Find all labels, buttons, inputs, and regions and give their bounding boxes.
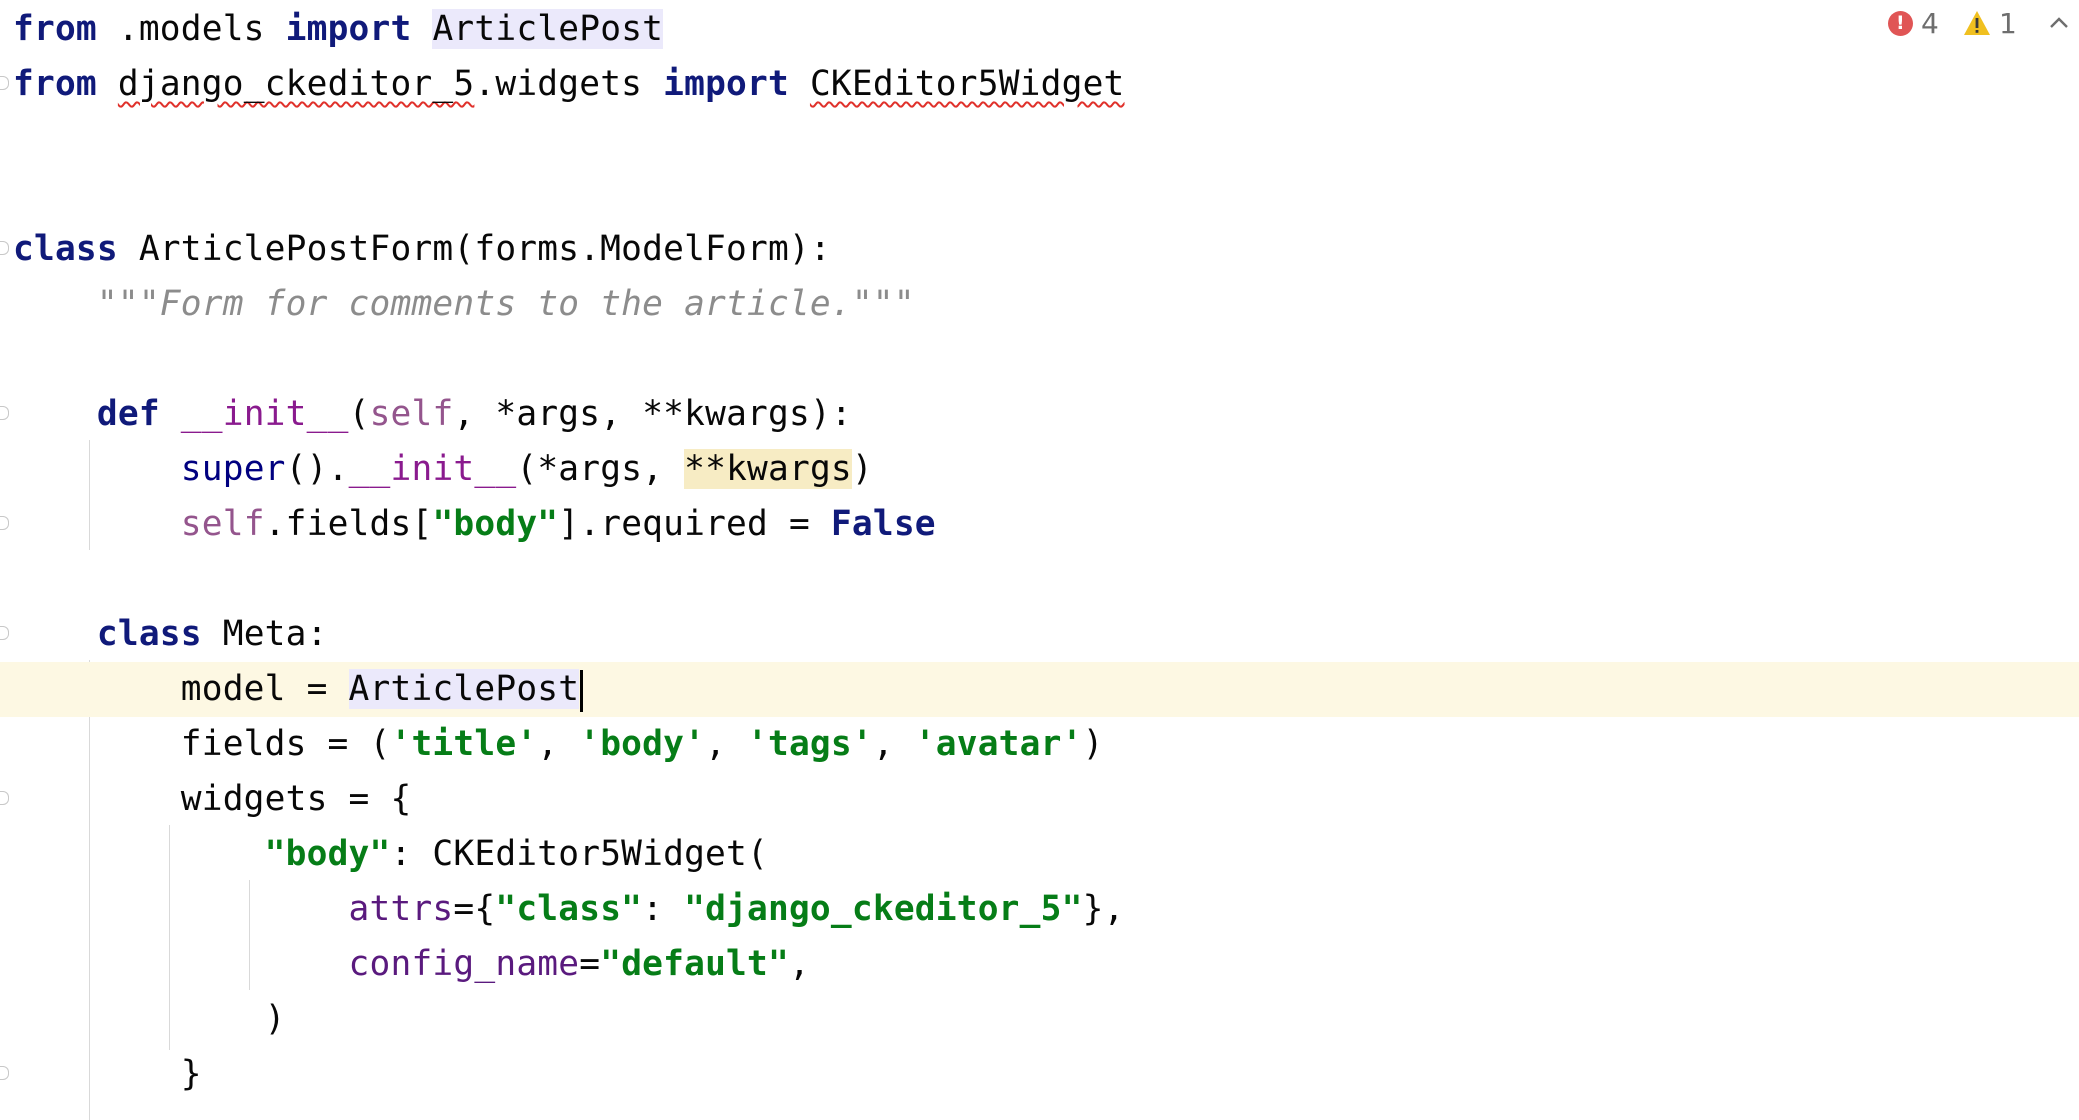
code-line[interactable]: def __init__(self, *args, **kwargs): <box>0 387 2079 442</box>
punctuation: , <box>705 724 748 764</box>
punctuation: , <box>788 944 810 984</box>
warning-triangle-icon <box>1963 11 1990 35</box>
code-line[interactable]: from .models import ArticlePost <box>0 2 2079 57</box>
keyword: from <box>13 9 97 49</box>
keyword: class <box>13 229 118 269</box>
builtin: super <box>180 449 286 489</box>
method-name: __init__ <box>348 449 517 489</box>
method-name: __init__ <box>180 394 349 434</box>
module-path: .widgets <box>474 64 664 104</box>
string-literal: "body" <box>264 834 391 874</box>
class-name: Meta: <box>201 614 328 654</box>
code-editor[interactable]: from .models import ArticlePost from dja… <box>0 0 2079 1120</box>
class-declaration: ArticlePostForm(forms.ModelForm): <box>117 229 831 269</box>
usage-highlight: ArticlePost <box>432 9 664 49</box>
punctuation: , <box>537 724 580 764</box>
string-literal: "django_ckeditor_5" <box>684 889 1083 929</box>
string-literal: 'body' <box>579 724 706 764</box>
args: (*args, <box>516 449 685 489</box>
assignment: ].required = <box>558 504 831 544</box>
string-literal: 'title' <box>390 724 538 764</box>
code-line[interactable]: class Meta: <box>0 607 2079 662</box>
self-param: self <box>369 394 454 434</box>
assignment: fields = ( <box>13 724 391 764</box>
code-line[interactable]: "body": CKEditor5Widget( <box>0 827 2079 882</box>
code-line[interactable]: attrs={"class": "django_ckeditor_5"}, <box>0 882 2079 937</box>
punctuation: , <box>872 724 915 764</box>
code-line[interactable]: ) <box>0 992 2079 1047</box>
attribute: .fields[ <box>264 504 433 544</box>
code-line[interactable]: fields = ('title', 'body', 'tags', 'avat… <box>0 717 2079 772</box>
kwargs-highlight: **kwargs <box>684 449 852 489</box>
punctuation: } <box>13 1054 202 1094</box>
errors-indicator[interactable]: ! 4 <box>1887 6 1939 40</box>
keyword: False <box>830 504 936 544</box>
assignment: model = <box>13 669 349 709</box>
code-line[interactable]: """Form for comments to the article.""" <box>0 277 2079 332</box>
unresolved-reference[interactable]: django_ckeditor_5 <box>118 64 475 104</box>
unresolved-reference[interactable]: CKEditor5Widget <box>810 64 1125 104</box>
punctuation: ) <box>13 999 286 1039</box>
keyword: from <box>13 64 97 104</box>
code-line[interactable]: from django_ckeditor_5.widgets import CK… <box>0 57 2079 112</box>
inspections-widget[interactable]: ! 4 1 <box>1887 6 2071 40</box>
code-line[interactable]: widgets = { <box>0 772 2079 827</box>
punctuation: : <box>642 889 685 929</box>
keyword: import <box>663 64 789 104</box>
error-circle-icon: ! <box>1887 10 1913 36</box>
code-line[interactable]: super().__init__(*args, **kwargs) <box>0 442 2079 497</box>
params: , *args, **kwargs): <box>453 394 852 434</box>
chevron-up-icon[interactable] <box>2047 11 2071 35</box>
module-path: .models <box>96 9 286 49</box>
assignment: widgets = { <box>13 779 412 819</box>
punctuation: }, <box>1082 889 1125 929</box>
string-literal: "body" <box>432 504 559 544</box>
warnings-indicator[interactable]: 1 <box>1963 7 2017 40</box>
named-argument: attrs <box>348 889 454 929</box>
errors-count: 4 <box>1920 6 1939 40</box>
string-literal: 'avatar' <box>914 724 1083 764</box>
keyword: import <box>285 9 412 49</box>
text-caret <box>580 669 584 712</box>
punctuation: ( <box>348 394 370 434</box>
string-literal: "class" <box>495 889 643 929</box>
code-line[interactable]: self.fields["body"].required = False <box>0 497 2079 552</box>
keyword: def <box>96 394 160 434</box>
call: : CKEditor5Widget( <box>390 834 768 874</box>
punctuation: ={ <box>453 889 496 929</box>
self-ref: self <box>180 504 265 544</box>
usage-highlight: ArticlePost <box>348 669 580 709</box>
punctuation: ) <box>851 449 873 489</box>
named-argument: config_name <box>348 944 580 984</box>
string-literal: "default" <box>600 944 789 984</box>
code-line[interactable]: config_name="default", <box>0 937 2079 992</box>
code-line[interactable]: class ArticlePostForm(forms.ModelForm): <box>0 222 2079 277</box>
warnings-count: 1 <box>1998 6 2017 40</box>
punctuation: = <box>579 944 601 984</box>
keyword: class <box>96 614 202 654</box>
code-line[interactable]: } <box>0 1047 2079 1102</box>
current-code-line[interactable]: model = ArticlePost <box>0 662 2079 717</box>
docstring: """Form for comments to the article.""" <box>96 284 915 324</box>
string-literal: 'tags' <box>747 724 873 764</box>
punctuation: ) <box>1082 724 1104 764</box>
punctuation: (). <box>285 449 349 489</box>
